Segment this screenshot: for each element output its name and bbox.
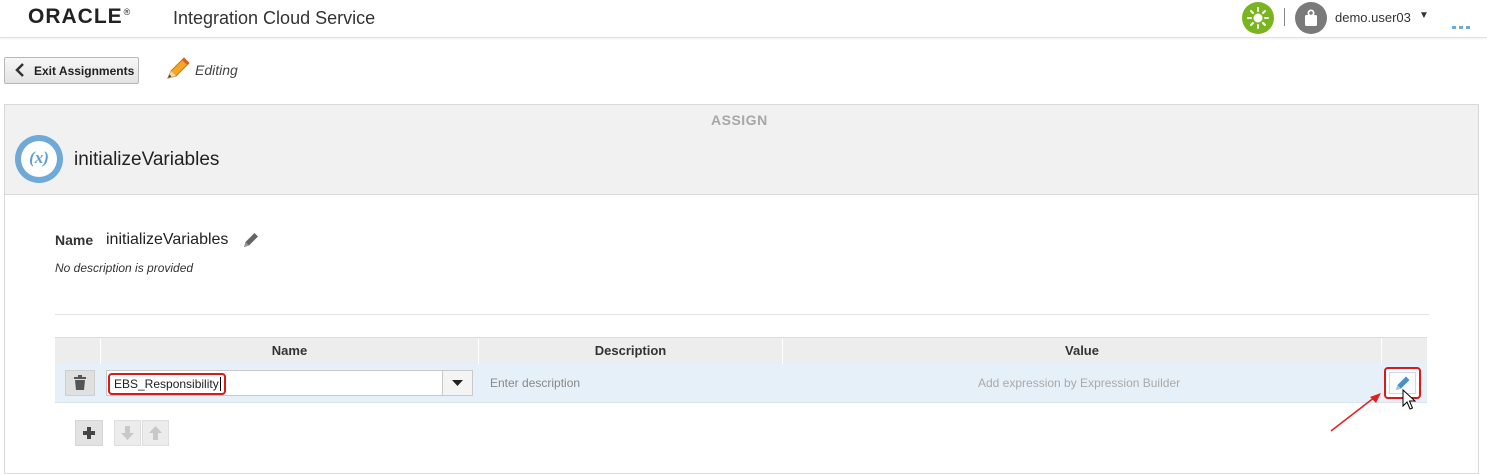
- variable-name-input[interactable]: EBS_Responsibility: [108, 373, 226, 395]
- arrow-down-icon[interactable]: [114, 420, 141, 446]
- section-label: ASSIGN: [711, 112, 768, 128]
- description-input[interactable]: Enter description: [490, 376, 580, 390]
- column-header-name: Name: [271, 343, 308, 358]
- value-expression-placeholder[interactable]: Add expression by Expression Builder: [978, 376, 1180, 390]
- header-separator: [1284, 8, 1285, 26]
- chevron-down-icon[interactable]: [442, 370, 473, 396]
- variable-name-value: EBS_Responsibility: [114, 377, 219, 391]
- arrow-up-icon[interactable]: [142, 420, 169, 446]
- divider: [55, 314, 1429, 315]
- name-value: initializeVariables: [106, 231, 229, 248]
- mouse-cursor-icon: [1402, 388, 1417, 416]
- user-name[interactable]: demo.user03: [1335, 10, 1411, 25]
- name-label: Name: [55, 232, 94, 248]
- variable-icon-glyph: (x): [29, 148, 49, 167]
- pencil-icon: [164, 56, 192, 87]
- add-row-button[interactable]: [75, 420, 103, 446]
- annotation-arrow: [1328, 390, 1384, 439]
- table-header: Name Description Value: [55, 337, 1427, 365]
- more-icon[interactable]: [1452, 18, 1470, 36]
- column-header-description: Description: [594, 343, 667, 358]
- sun-icon[interactable]: [1242, 2, 1274, 34]
- column-separator: [1381, 338, 1382, 364]
- panel-title: initializeVariables: [74, 149, 220, 170]
- user-icon[interactable]: [1295, 2, 1327, 34]
- caret-down-icon[interactable]: ▼: [1419, 10, 1429, 21]
- exit-assignments-label: Exit Assignments: [34, 64, 135, 78]
- edit-name-icon[interactable]: [242, 231, 260, 254]
- product-name: Integration Cloud Service: [173, 8, 376, 28]
- exit-assignments-button[interactable]: Exit Assignments: [4, 57, 139, 84]
- editing-status: Editing: [195, 62, 238, 78]
- oracle-logo: ORACLE®: [28, 5, 132, 28]
- chevron-left-icon: [15, 63, 25, 80]
- column-header-value: Value: [1065, 343, 1099, 358]
- trash-icon[interactable]: [65, 370, 95, 396]
- description-text: No description is provided: [55, 261, 194, 275]
